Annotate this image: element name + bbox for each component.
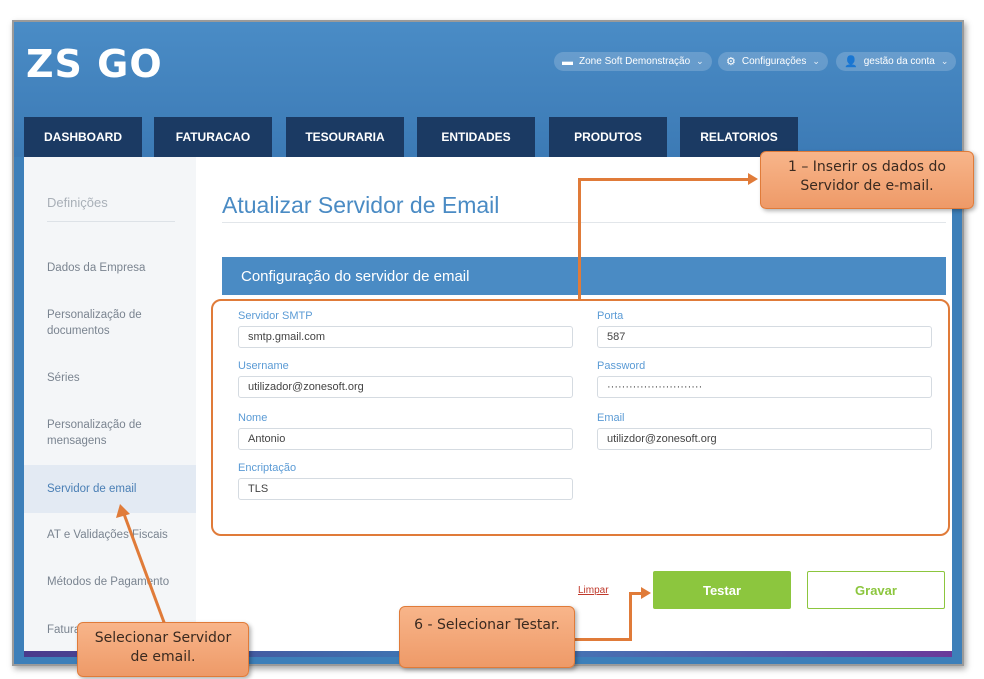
company-name: Zone Soft Demonstração — [579, 56, 691, 67]
gear-icon: ⚙ — [726, 56, 736, 68]
company-icon: ▬ — [562, 55, 573, 68]
tab-faturacao[interactable]: FATURACAO — [154, 117, 272, 157]
tab-dashboard[interactable]: DASHBOARD — [24, 117, 142, 157]
arrow-head — [641, 587, 651, 599]
settings-label: Configurações — [741, 56, 807, 67]
account-label: gestão da conta — [863, 56, 935, 67]
test-button[interactable]: Testar — [653, 571, 791, 609]
sidebar-arrow — [116, 504, 167, 626]
sidebar-item-series[interactable]: Séries — [24, 370, 196, 386]
page-title: Atualizar Servidor de Email — [222, 192, 500, 218]
company-selector[interactable]: ▬ Zone Soft Demonstração ⌄ — [554, 52, 712, 71]
clear-link[interactable]: Limpar — [578, 585, 609, 596]
arrow-line — [578, 178, 750, 181]
arrow-line — [578, 178, 581, 299]
chevron-down-icon: ⌄ — [812, 56, 820, 66]
tab-tesouraria[interactable]: TESOURARIA — [286, 117, 404, 157]
sidebar-divider — [47, 221, 175, 222]
step6-callout: 6 - Selecionar Testar. — [399, 606, 575, 668]
settings-menu[interactable]: ⚙ Configurações ⌄ — [718, 52, 828, 71]
form-highlight — [211, 299, 950, 536]
zs-go-logo[interactable]: ZS GO — [26, 42, 163, 86]
user-icon: 👤 — [844, 56, 858, 68]
chevron-down-icon: ⌄ — [940, 56, 949, 66]
title-divider — [222, 222, 946, 223]
save-button[interactable]: Gravar — [807, 571, 945, 609]
sidebar-item-personalizacao-documentos[interactable]: Personalização de documentos — [24, 307, 174, 339]
arrow-head — [748, 173, 758, 185]
step1-callout: 1 – Inserir os dados do Servidor de e-ma… — [760, 151, 974, 209]
account-menu[interactable]: 👤 gestão da conta ⌄ — [836, 52, 957, 71]
chevron-down-icon: ⌄ — [696, 56, 704, 66]
tab-produtos[interactable]: PRODUTOS — [549, 117, 667, 157]
arrow-line — [629, 592, 632, 641]
sidebar-item-dados-empresa[interactable]: Dados da Empresa — [24, 260, 196, 276]
tab-entidades[interactable]: ENTIDADES — [417, 117, 535, 157]
sidebar-item-personalizacao-mensagens[interactable]: Personalização de mensagens — [24, 417, 174, 449]
arrow-line — [574, 638, 632, 641]
section-header: Configuração do servidor de email — [222, 257, 946, 295]
sidebar-title: Definições — [47, 195, 108, 210]
select-server-callout: Selecionar Servidor de email. — [77, 622, 249, 677]
